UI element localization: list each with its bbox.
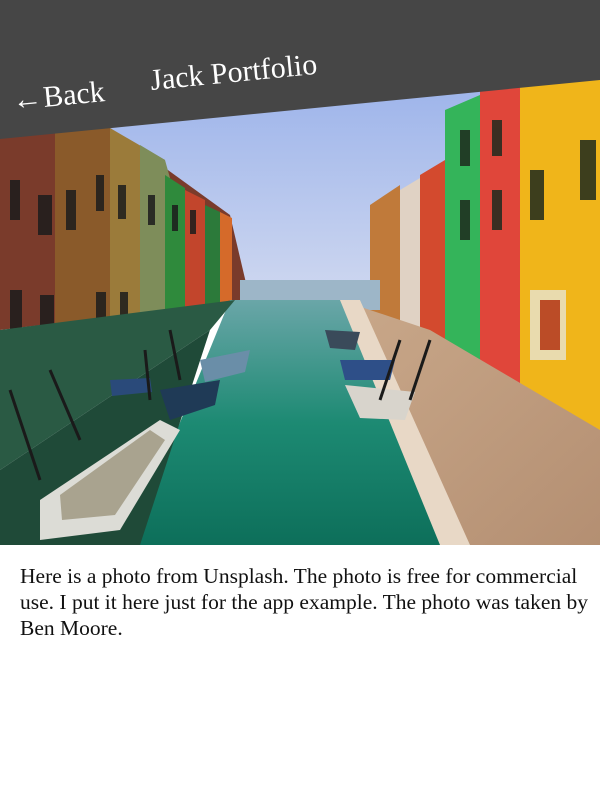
- portfolio-page: ←Back Jack Portfolio Here is a photo fro…: [0, 0, 600, 800]
- back-arrow-icon: ←: [10, 81, 44, 118]
- app-header: ←Back Jack Portfolio: [0, 0, 600, 140]
- photo-caption: Here is a photo from Unsplash. The photo…: [20, 564, 589, 640]
- back-label: Back: [41, 75, 107, 114]
